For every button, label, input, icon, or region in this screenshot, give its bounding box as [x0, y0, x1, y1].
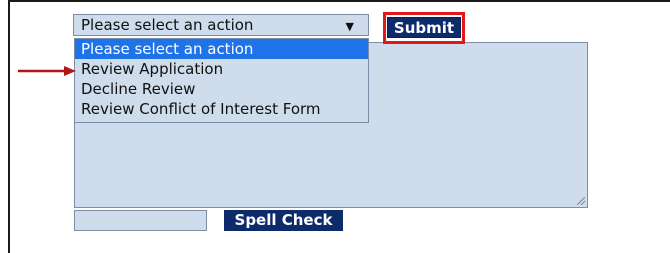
chevron-down-icon: ▼ — [345, 20, 354, 33]
dropdown-option-review-application[interactable]: Review Application — [75, 59, 368, 79]
dropdown-option-placeholder[interactable]: Please select an action — [75, 39, 368, 59]
red-arrow-pointer-icon — [18, 66, 76, 76]
action-select-value: Please select an action — [81, 16, 254, 34]
action-dropdown-list: Please select an action Review Applicati… — [74, 38, 369, 123]
spell-check-button[interactable]: Spell Check — [224, 210, 343, 231]
submit-button[interactable]: Submit — [387, 17, 461, 38]
small-text-input[interactable] — [74, 210, 207, 231]
action-select[interactable]: Please select an action ▼ — [73, 14, 369, 36]
dropdown-option-review-coi-form[interactable]: Review Conflict of Interest Form — [75, 99, 368, 119]
dropdown-option-decline-review[interactable]: Decline Review — [75, 79, 368, 99]
resize-handle-icon[interactable] — [577, 197, 585, 205]
